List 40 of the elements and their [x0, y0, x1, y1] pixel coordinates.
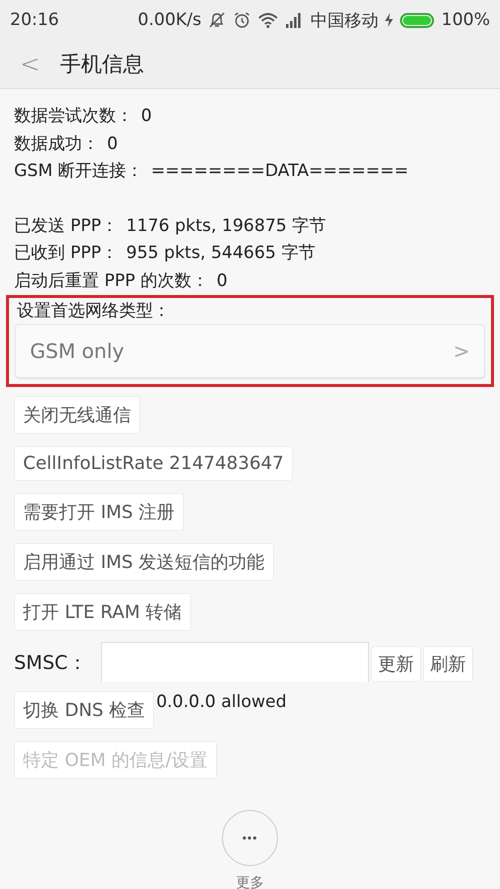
dns-status: 0.0.0.0 allowed: [156, 692, 287, 712]
dns-check-button[interactable]: 切换 DNS 检查: [14, 691, 154, 729]
info-label: 已收到 PPP：: [14, 242, 118, 265]
alarm-clock-icon: [233, 11, 252, 29]
dropdown-value: GSM only: [30, 339, 124, 363]
charging-bolt-icon: [385, 13, 394, 27]
muted-bell-icon: [208, 11, 226, 29]
info-value: 0: [107, 132, 118, 156]
more-button[interactable]: •••: [222, 810, 278, 866]
chevron-icon: >: [453, 339, 470, 363]
network-speed: 0.00K/s: [138, 10, 202, 30]
network-type-label: 设置首选网络类型：: [16, 300, 171, 323]
network-type-dropdown[interactable]: GSM only >: [15, 324, 485, 378]
battery-percent: 100%: [441, 10, 490, 30]
info-value: 0: [141, 105, 152, 128]
info-label: 数据成功：: [14, 132, 99, 156]
wifi-icon: [258, 12, 278, 28]
carrier-name: 中国移动: [310, 10, 378, 32]
clock: 20:16: [10, 10, 59, 30]
info-value: 955 pkts, 544665 字节: [126, 242, 316, 265]
smsc-field[interactable]: [100, 642, 369, 682]
info-label: 已发送 PPP：: [14, 214, 118, 238]
info-value: 1176 pkts, 196875 字节: [126, 214, 326, 238]
page-title: 手机信息: [60, 51, 144, 78]
info-label: GSM 断开连接：: [14, 160, 144, 183]
info-label: 数据尝试次数：: [14, 105, 133, 128]
signal-icon: [285, 12, 304, 28]
info-value: 0: [216, 270, 228, 292]
setting-button[interactable]: 关闭无线通信: [14, 396, 140, 434]
setting-button[interactable]: CellInfoListRate 2147483647: [14, 446, 293, 481]
battery-icon: [400, 12, 434, 28]
setting-button[interactable]: 需要打开 IMS 注册: [14, 493, 184, 531]
info-label: 启动后重置 PPP 的次数：: [14, 270, 209, 292]
setting-button[interactable]: 打开 LTE RAM 转储: [14, 593, 191, 631]
more-label: 更多: [236, 874, 264, 889]
setting-button[interactable]: 启用通过 IMS 发送短信的功能: [14, 543, 274, 581]
refresh-button[interactable]: 刷新: [422, 646, 473, 682]
update-button[interactable]: 更新: [370, 646, 421, 682]
info-value: ========DATA=======: [151, 160, 409, 183]
smsc-label: SMSC：: [14, 651, 87, 676]
